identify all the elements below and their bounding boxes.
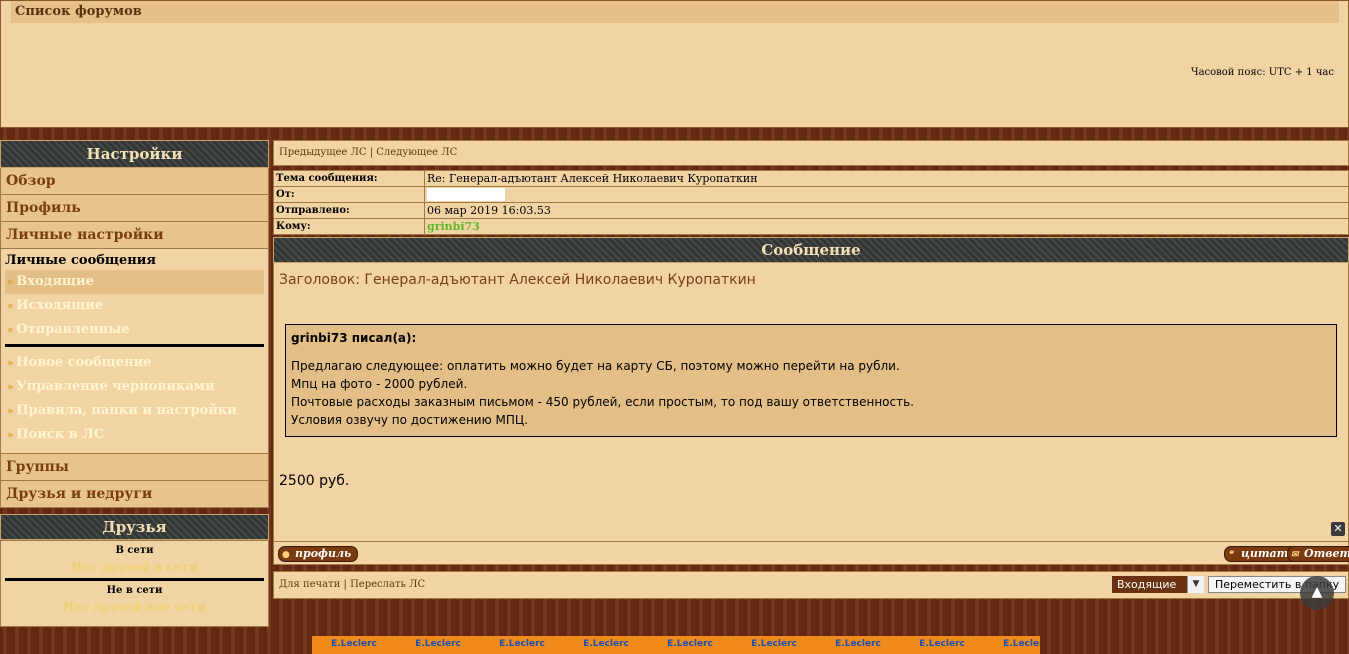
bullet-icon: » <box>7 325 14 336</box>
banner-logo: E.Leclerc <box>583 639 629 649</box>
profile-button[interactable]: ● профиль <box>278 546 359 562</box>
bullet-icon: » <box>7 358 14 369</box>
to-label: Кому: <box>273 218 425 235</box>
nav-separator: | <box>343 579 347 590</box>
pm-footer-bar: Для печати | Переслать ЛС Входящие ▼ Пер… <box>273 571 1349 599</box>
main-content: Предыдущее ЛС | Следующее ЛС Тема сообще… <box>273 140 1349 599</box>
pm-section-title[interactable]: Личные сообщения <box>5 253 264 268</box>
banner-logo: E.Leclerc <box>1003 639 1040 649</box>
quote-line: Мпц на фото - 2000 рублей. <box>291 377 468 391</box>
banner-logo: E.Leclerc <box>919 639 965 649</box>
friends-header: Друзья <box>0 514 269 540</box>
table-row: Кому: grinbi73 <box>273 218 1349 235</box>
pm-manage-drafts[interactable]: » Управление черновиками <box>5 375 264 399</box>
bullet-icon: » <box>7 382 14 393</box>
quote-author: grinbi73 писал(а): <box>291 331 417 345</box>
subject-label: Тема сообщения: <box>273 170 425 187</box>
quote-line: Предлагаю следующее: оплатить можно буде… <box>291 359 900 373</box>
sent-value: 06 мар 2019 16:03.53 <box>424 202 1349 219</box>
banner-logo: E.Leclerc <box>415 639 461 649</box>
message-meta-table: Тема сообщения: Re: Генерал-адъютант Але… <box>273 170 1349 235</box>
folder-select[interactable]: Входящие ▼ <box>1112 576 1204 593</box>
reply-button[interactable]: ✉ Ответ <box>1287 546 1349 562</box>
banner-logo: E.Leclerc <box>835 639 881 649</box>
from-label: От: <box>273 186 425 203</box>
message-body: Заголовок: Генерал-адъютант Алексей Нико… <box>273 263 1349 542</box>
quote-line: Условия озвучу по достижению МПЦ. <box>291 413 529 427</box>
sidebar-item-groups[interactable]: Группы <box>0 454 269 481</box>
sidebar-item-friends-foes[interactable]: Друзья и недруги <box>0 481 269 508</box>
quote-line: Почтовые расходы заказным письмом - 450 … <box>291 395 914 409</box>
bullet-icon: » <box>7 277 14 288</box>
offline-label: Не в сети <box>106 585 163 596</box>
from-redacted-box <box>427 188 505 202</box>
to-value: grinbi73 <box>424 218 1349 235</box>
next-pm-link[interactable]: Следующее ЛС <box>376 147 457 158</box>
pm-section: Личные сообщения » Входящие » Исходящие » О… <box>0 249 269 454</box>
pm-rules-folders-settings[interactable]: » Правила, папки и настройки <box>5 399 264 423</box>
pm-folder-sent[interactable]: » Отправленные <box>5 318 264 342</box>
online-empty-text: Нет друзей в сети <box>71 560 198 574</box>
banner-logo: E.Leclerc <box>331 639 377 649</box>
pm-new-message[interactable]: » Новое сообщение <box>5 351 264 375</box>
timezone-label: Часовой пояс: UTC + 1 час <box>1190 67 1334 78</box>
quote-block: grinbi73 писал(а): Предлагаю следующее: … <box>285 324 1337 437</box>
quote-icon: ❝ <box>1228 550 1233 560</box>
from-value <box>424 186 1349 203</box>
envelope-icon: ✉ <box>1291 550 1299 560</box>
message-header: Сообщение <box>273 237 1349 263</box>
message-price-text: 2500 руб. <box>279 473 350 489</box>
table-row: Тема сообщения: Re: Генерал-адъютант Але… <box>273 170 1349 187</box>
bullet-icon: » <box>7 301 14 312</box>
delete-message-icon[interactable]: ✕ <box>1331 522 1345 536</box>
sidebar-item-profile[interactable]: Профиль <box>0 195 269 222</box>
banner-logo: E.Leclerc <box>667 639 713 649</box>
message-subject: Заголовок: Генерал-адъютант Алексей Нико… <box>279 272 756 288</box>
print-link[interactable]: Для печати <box>279 579 340 590</box>
pm-folder-inbox[interactable]: » Входящие <box>5 270 264 294</box>
chevron-up-icon: ▲ <box>1311 584 1323 600</box>
forum-list-link[interactable]: Список форумов <box>11 1 1339 23</box>
pm-nav-bar: Предыдущее ЛС | Следующее ЛС <box>273 140 1349 166</box>
top-panel: Список форумов Часовой пояс: UTC + 1 час <box>0 0 1349 128</box>
user-icon: ● <box>282 550 290 560</box>
offline-empty-text: Нет друзей вне сети <box>62 600 207 614</box>
sidebar-item-personal-settings[interactable]: Личные настройки <box>0 222 269 249</box>
sidebar: Настройки Обзор Профиль Личные настройки… <box>0 140 269 627</box>
chevron-down-icon: ▼ <box>1187 576 1204 593</box>
nav-separator: | <box>369 147 374 158</box>
bullet-icon: » <box>7 430 14 441</box>
online-label: В сети <box>115 545 154 556</box>
message-buttons-row: ● профиль ❝ цитата ✉ Ответ <box>273 542 1349 565</box>
prev-pm-link[interactable]: Предыдущее ЛС <box>279 147 367 158</box>
banner-logo: E.Leclerc <box>499 639 545 649</box>
table-row: Отправлено: 06 мар 2019 16:03.53 <box>273 202 1349 219</box>
advertisement-banner[interactable]: E.Leclerc E.Leclerc E.Leclerc E.Leclerc E.Le… <box>312 636 1040 654</box>
subject-value: Re: Генерал-адъютант Алексей Николаевич … <box>424 170 1349 187</box>
forward-pm-link[interactable]: Переслать ЛС <box>350 579 425 590</box>
scroll-to-top-button[interactable]: ▲ <box>1300 576 1334 610</box>
pm-folder-outbox[interactable]: » Исходящие <box>5 294 264 318</box>
bullet-icon: » <box>7 406 14 417</box>
sent-label: Отправлено: <box>273 202 425 219</box>
banner-logo: E.Leclerc <box>751 639 797 649</box>
table-row: От: <box>273 186 1349 203</box>
friends-box: В сети Нет друзей в сети Не в сети Нет д… <box>0 540 269 627</box>
divider <box>5 344 264 347</box>
settings-header: Настройки <box>0 140 269 168</box>
pm-search[interactable]: » Поиск в ЛС <box>5 423 264 447</box>
divider <box>5 578 264 581</box>
recipient-link[interactable]: grinbi73 <box>427 220 480 233</box>
sidebar-item-overview[interactable]: Обзор <box>0 168 269 195</box>
